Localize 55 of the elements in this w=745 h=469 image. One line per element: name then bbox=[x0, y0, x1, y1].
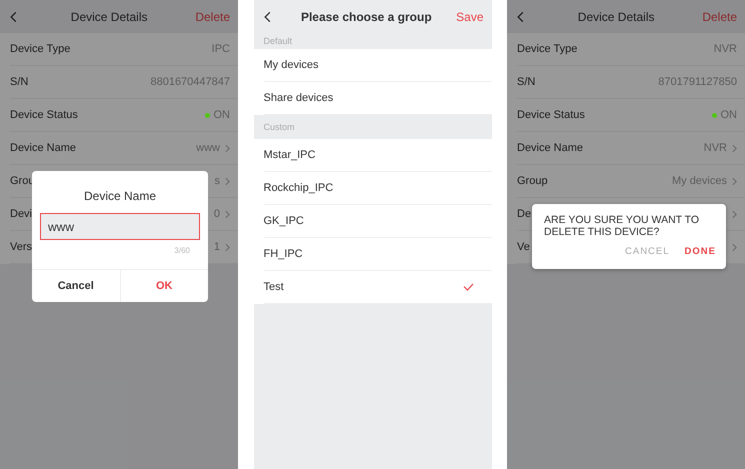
screen-title: Device Details bbox=[576, 10, 656, 24]
screen-title: Please choose a group bbox=[300, 10, 433, 24]
chevron-icon bbox=[732, 210, 737, 218]
row-label: Devi bbox=[10, 208, 32, 220]
row-label: Device Name bbox=[10, 142, 76, 154]
group-item[interactable]: FH_IPC bbox=[264, 248, 303, 260]
row-value: s bbox=[214, 175, 220, 187]
name-input-field[interactable]: www bbox=[40, 213, 200, 240]
chevron-icon bbox=[225, 144, 230, 152]
section-header: Custom bbox=[264, 122, 295, 132]
row-label: Device Type bbox=[10, 43, 70, 55]
row-value: ON bbox=[720, 109, 737, 121]
character-counter: 3/60 bbox=[174, 246, 190, 255]
dialog-button[interactable]: DONE bbox=[684, 246, 716, 257]
back-icon bbox=[10, 10, 17, 22]
row-value: NVR bbox=[714, 43, 737, 55]
group-item[interactable]: Mstar_IPC bbox=[264, 149, 316, 161]
row-value: IPC bbox=[212, 43, 230, 55]
dialog-button[interactable]: Cancel bbox=[32, 270, 120, 302]
chevron-icon bbox=[732, 242, 737, 252]
group-item[interactable]: GK_IPC bbox=[264, 215, 304, 227]
row-value: www bbox=[196, 142, 220, 154]
row-value: 8701791127850 bbox=[658, 76, 737, 88]
row-value: ON bbox=[214, 109, 230, 121]
row-label: Device Status bbox=[517, 109, 585, 121]
row-label: Ve bbox=[517, 241, 530, 253]
dialog-message: ARE YOU SURE YOU WANT TO DELETE THIS DEVICE? bbox=[544, 214, 700, 238]
dialog-button[interactable]: OK bbox=[120, 270, 208, 302]
row-label: Device Status bbox=[10, 109, 78, 121]
row-label: Vers bbox=[10, 241, 32, 253]
chevron-icon bbox=[732, 176, 737, 186]
row-label: Device Name bbox=[517, 142, 584, 154]
section-header: Default bbox=[264, 36, 292, 46]
group-item[interactable]: Share devices bbox=[264, 92, 334, 104]
row-label: S/N bbox=[10, 76, 28, 88]
screen-title: Device Details bbox=[70, 10, 148, 24]
group-item[interactable]: My devices bbox=[264, 59, 319, 71]
row-label: De bbox=[517, 208, 532, 220]
row-label: Device Type bbox=[517, 43, 578, 55]
chevron-icon bbox=[225, 210, 230, 218]
row-value: 1 bbox=[214, 241, 220, 253]
back-icon bbox=[517, 10, 524, 22]
group-item[interactable]: Test bbox=[264, 281, 284, 293]
dialog-title: Device Name bbox=[82, 189, 158, 203]
row-value: 0 bbox=[214, 208, 220, 220]
chevron-icon bbox=[225, 242, 230, 252]
row-label: S/N bbox=[517, 76, 536, 88]
row-value: NVR bbox=[704, 142, 727, 154]
row-value: My devices bbox=[672, 175, 727, 187]
row-label: Group bbox=[517, 175, 548, 187]
chevron-icon bbox=[732, 144, 737, 152]
group-item[interactable]: Rockchip_IPC bbox=[264, 182, 334, 194]
back-icon bbox=[264, 10, 270, 22]
row-value: 8801670447847 bbox=[150, 76, 230, 88]
chevron-icon bbox=[225, 176, 230, 186]
